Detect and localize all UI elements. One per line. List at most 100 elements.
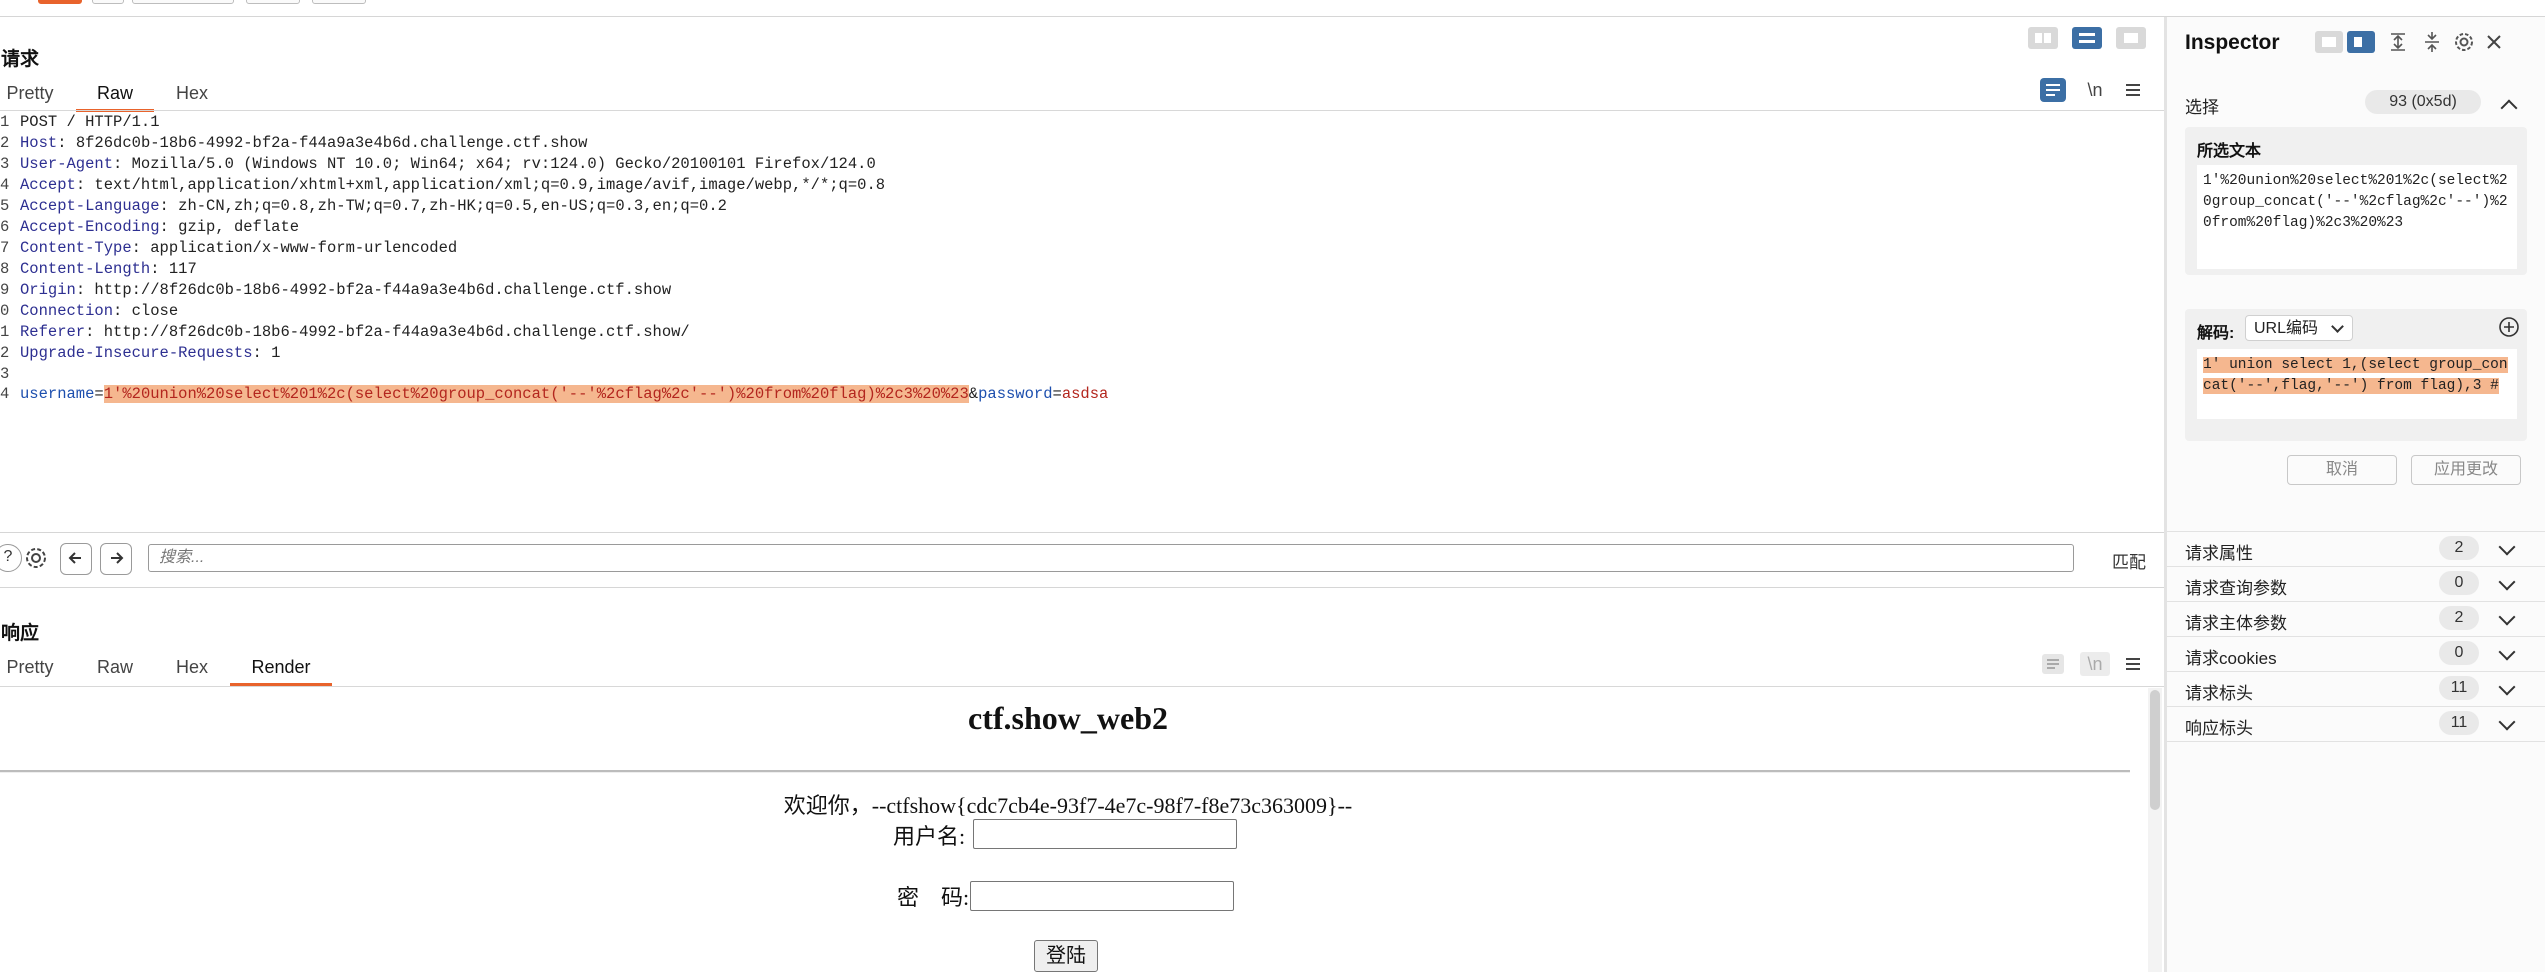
render-login-button[interactable]: 登陆 bbox=[1034, 940, 1098, 972]
request-tab-hex[interactable]: Hex bbox=[166, 78, 218, 109]
render-username-label: 用户名: bbox=[893, 824, 966, 849]
layout-tabs-toggle[interactable] bbox=[2116, 27, 2146, 49]
selected-text-box: 所选文本 1'%20union%20select%201%2c(select%2… bbox=[2185, 127, 2527, 275]
inspector-section-label: 请求属性 bbox=[2185, 544, 2253, 563]
header-name: Upgrade-Insecure-Requests bbox=[20, 344, 253, 362]
chevron-down-icon[interactable] bbox=[2498, 608, 2516, 626]
line-number: 9 bbox=[0, 281, 10, 299]
layout-side-by-side-toggle[interactable] bbox=[2028, 27, 2058, 49]
line-number: 0 bbox=[0, 302, 10, 320]
settings-button[interactable] bbox=[92, 0, 124, 4]
add-decoder-icon[interactable] bbox=[2497, 315, 2521, 339]
request-tab-pretty[interactable]: Pretty bbox=[0, 78, 60, 109]
header-name: Content-Type bbox=[20, 239, 132, 257]
header-name: Accept-Encoding bbox=[20, 218, 160, 236]
response-wrap-lines-icon[interactable] bbox=[2040, 652, 2066, 676]
wrap-lines-icon[interactable] bbox=[2040, 78, 2066, 102]
render-hr bbox=[0, 770, 2130, 773]
inspector-section-count: 11 bbox=[2439, 676, 2479, 700]
response-title: 响应 bbox=[1, 623, 40, 644]
header-name: Connection bbox=[20, 302, 114, 320]
rendered-page: ctf.show_web2 欢迎你，--ctfshow{cdc7cb4e-93f… bbox=[0, 688, 2146, 972]
history-back-button[interactable] bbox=[246, 0, 300, 4]
inspector-close-icon[interactable] bbox=[2481, 29, 2507, 55]
inspector-section[interactable]: 请求属性 2 bbox=[2167, 531, 2545, 567]
param-name-password: password bbox=[978, 385, 1053, 403]
inspector-title: Inspector bbox=[2185, 31, 2280, 54]
chevron-down-icon[interactable] bbox=[2498, 643, 2516, 661]
inspector-section-count: 11 bbox=[2439, 711, 2479, 735]
render-scrollbar-thumb[interactable] bbox=[2150, 690, 2160, 810]
line-code: Referer: http://8f26dc0b-18b6-4992-bf2a-… bbox=[20, 323, 690, 341]
chevron-down-icon[interactable] bbox=[2498, 678, 2516, 696]
layout-stacked-toggle[interactable] bbox=[2072, 27, 2102, 49]
newline-toggle[interactable]: \n bbox=[2080, 78, 2110, 102]
inspector-settings-icon[interactable] bbox=[2451, 29, 2477, 55]
line-code: User-Agent: Mozilla/5.0 (Windows NT 10.0… bbox=[20, 155, 876, 173]
decode-type-value: URL编码 bbox=[2254, 320, 2319, 337]
inspector-section[interactable]: 请求主体参数 2 bbox=[2167, 601, 2545, 637]
inspector-section[interactable]: 响应标头 11 bbox=[2167, 706, 2545, 742]
inspector-section-count: 0 bbox=[2439, 571, 2479, 595]
search-prev-icon[interactable] bbox=[60, 543, 92, 575]
collapse-all-icon[interactable] bbox=[2419, 29, 2445, 55]
response-tab-pretty[interactable]: Pretty bbox=[0, 652, 60, 683]
cancel-button[interactable]: 取消 bbox=[2287, 455, 2397, 485]
chevron-down-icon bbox=[2331, 320, 2344, 333]
line-number: 1 bbox=[0, 323, 10, 341]
cancel-toolbar-button[interactable] bbox=[132, 0, 234, 4]
inspector-layout-b-toggle[interactable] bbox=[2347, 31, 2375, 53]
inspector-section-label: 请求cookies bbox=[2185, 649, 2277, 668]
response-menu-icon[interactable] bbox=[2120, 652, 2146, 676]
header-name: Accept bbox=[20, 176, 76, 194]
line-code: Host: 8f26dc0b-18b6-4992-bf2a-f44a9a3e4b… bbox=[20, 134, 588, 152]
send-button[interactable] bbox=[38, 0, 82, 4]
decoded-text-value[interactable]: 1' union select 1,(select group_concat('… bbox=[2197, 349, 2517, 419]
render-password-input[interactable] bbox=[970, 881, 1234, 911]
search-next-icon[interactable] bbox=[100, 543, 132, 575]
render-username-input[interactable] bbox=[973, 819, 1237, 849]
decode-type-select[interactable]: URL编码 bbox=[2245, 315, 2353, 341]
decode-label: 解码: bbox=[2197, 325, 2235, 342]
request-tab-raw[interactable]: Raw bbox=[76, 78, 154, 112]
header-value: application/x-www-form-urlencoded bbox=[140, 239, 458, 257]
line-number: 8 bbox=[0, 260, 10, 278]
header-name: Origin bbox=[20, 281, 76, 299]
line-code: username=1'%20union%20select%201%2c(sele… bbox=[20, 385, 1109, 403]
expand-all-icon[interactable] bbox=[2385, 29, 2411, 55]
search-input[interactable] bbox=[148, 544, 2074, 572]
help-icon[interactable]: ? bbox=[0, 544, 22, 572]
inspector-layout-a-toggle[interactable] bbox=[2315, 31, 2343, 53]
inspector-section[interactable]: 请求查询参数 0 bbox=[2167, 566, 2545, 602]
request-menu-icon[interactable] bbox=[2120, 78, 2146, 102]
response-tab-hex[interactable]: Hex bbox=[166, 652, 218, 683]
inspector-section[interactable]: 请求cookies 0 bbox=[2167, 636, 2545, 672]
response-tab-raw[interactable]: Raw bbox=[88, 652, 142, 683]
response-tab-render[interactable]: Render bbox=[230, 652, 332, 686]
selection-collapse-icon[interactable] bbox=[2500, 99, 2518, 117]
chevron-down-icon[interactable] bbox=[2498, 713, 2516, 731]
inspector-section[interactable]: 请求标头 11 bbox=[2167, 671, 2545, 707]
param-value-password: asdsa bbox=[1061, 385, 1109, 403]
match-label: 匹配 bbox=[2112, 553, 2146, 572]
request-editor[interactable]: 1 POST / HTTP/1.1 2 Host: 8f26dc0b-18b6-499… bbox=[0, 112, 2164, 532]
chevron-down-icon[interactable] bbox=[2498, 538, 2516, 556]
header-value: Mozilla/5.0 (Windows NT 10.0; Win64; x64… bbox=[122, 155, 876, 173]
header-name: Host bbox=[20, 134, 58, 152]
inspector-section-label: 响应标头 bbox=[2185, 719, 2253, 738]
apply-changes-button[interactable]: 应用更改 bbox=[2411, 455, 2521, 485]
gear-icon[interactable] bbox=[22, 544, 50, 574]
render-welcome: 欢迎你，--ctfshow{cdc7cb4e-93f7-4e7c-98f7-f8… bbox=[783, 793, 1353, 818]
header-value: 8f26dc0b-18b6-4992-bf2a-f44a9a3e4b6d.cha… bbox=[66, 134, 588, 152]
decoded-text-highlight: 1' union select 1,(select group_concat('… bbox=[2203, 357, 2508, 394]
inspector-section-label: 请求查询参数 bbox=[2185, 579, 2287, 598]
selected-text-value[interactable]: 1'%20union%20select%201%2c(select%20grou… bbox=[2197, 165, 2517, 269]
line-number: 4 bbox=[0, 385, 10, 403]
history-forward-button[interactable] bbox=[312, 0, 366, 4]
chevron-down-icon[interactable] bbox=[2498, 573, 2516, 591]
selection-size-badge: 93 (0x5d) bbox=[2365, 90, 2481, 114]
line-code: Upgrade-Insecure-Requests: 1 bbox=[20, 344, 281, 362]
response-newline-toggle[interactable]: \n bbox=[2080, 652, 2110, 676]
param-name-username: username bbox=[20, 385, 95, 403]
line-code: Content-Length: 117 bbox=[20, 260, 197, 278]
